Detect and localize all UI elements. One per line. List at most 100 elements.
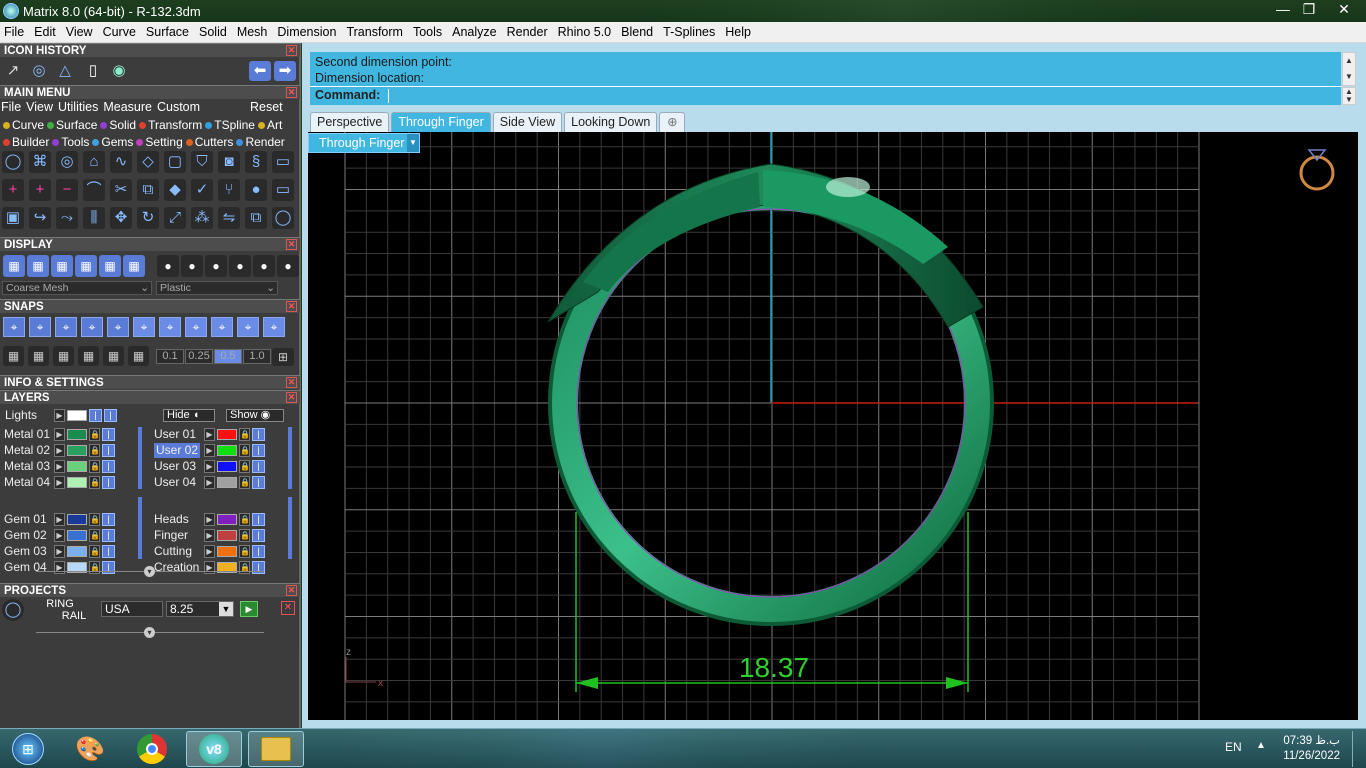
menu-analyze[interactable]: Analyze: [448, 25, 500, 39]
display-material-select[interactable]: Plastic ⌄: [156, 281, 278, 295]
expand-icon[interactable]: ▶: [204, 428, 215, 441]
layer-visible-toggle[interactable]: |: [252, 444, 265, 457]
taskbar-paint-app[interactable]: 🎨: [62, 731, 118, 767]
frame-tool-icon[interactable]: ▢: [164, 151, 186, 173]
menu-transform[interactable]: Transform: [342, 25, 407, 39]
layer-scrollbar[interactable]: [138, 497, 142, 559]
close-icon[interactable]: ✕: [286, 392, 297, 403]
snap-end-icon[interactable]: ⌖: [3, 317, 25, 337]
close-icon[interactable]: ✕: [286, 239, 297, 250]
menu-mesh[interactable]: Mesh: [233, 25, 272, 39]
snap-quad-icon[interactable]: ⌖: [211, 317, 233, 337]
layer-color-swatch[interactable]: [67, 445, 87, 456]
expand-icon[interactable]: ▶: [204, 444, 215, 457]
category-tspline[interactable]: TSpline: [202, 118, 255, 132]
shield-tool-icon[interactable]: ⛉: [191, 151, 213, 173]
layer-color-swatch[interactable]: [217, 546, 237, 557]
layer-name[interactable]: User 04: [154, 475, 196, 490]
menu-rhino-5-0[interactable]: Rhino 5.0: [554, 25, 616, 39]
sweep-tool-icon[interactable]: ⤳: [56, 207, 78, 229]
lock-icon[interactable]: 🔒: [239, 545, 250, 558]
category-solid[interactable]: Solid: [97, 118, 136, 132]
lock-icon[interactable]: 🔒: [239, 428, 250, 441]
tab-through-finger[interactable]: Through Finger: [391, 112, 491, 132]
box-snap-icon[interactable]: ▦: [28, 346, 49, 366]
layer-color-swatch[interactable]: [67, 514, 87, 525]
viewport-canvas[interactable]: 18.37 z x: [308, 132, 1358, 720]
snap-near-icon[interactable]: ⌖: [29, 317, 51, 337]
layer-visible-toggle[interactable]: |: [252, 460, 265, 473]
ring-standard-field[interactable]: USA: [101, 601, 163, 617]
category-surface[interactable]: Surface: [44, 118, 97, 132]
category-builder[interactable]: Builder: [0, 135, 49, 149]
layer-color-swatch[interactable]: [67, 530, 87, 541]
snap-cen-icon[interactable]: ⌖: [107, 317, 129, 337]
main-menu-custom[interactable]: Custom: [157, 100, 200, 116]
layer-name[interactable]: Gem 01: [4, 512, 47, 527]
sq2-tool-icon[interactable]: ▭: [272, 179, 294, 201]
taskbar-chrome-app[interactable]: [124, 731, 180, 767]
viewport[interactable]: 18.37 z x Through Finger ▼: [308, 132, 1358, 720]
wireframe-display-icon[interactable]: ▦: [3, 255, 25, 277]
tab-side-view[interactable]: Side View: [492, 112, 563, 132]
layer-name[interactable]: Gem 02: [4, 528, 47, 543]
taskbar-explorer-app[interactable]: [248, 731, 304, 767]
snap-value-button[interactable]: 0.1: [156, 349, 184, 364]
circle-tool-icon[interactable]: ◯: [2, 151, 24, 173]
lock-icon[interactable]: 🔒: [239, 460, 250, 473]
snap-value-button[interactable]: 0.25: [185, 349, 213, 364]
category-tools[interactable]: Tools: [49, 135, 89, 149]
layer-color-swatch[interactable]: [67, 546, 87, 557]
grid-snap-icon[interactable]: ▦: [3, 346, 24, 366]
command-input[interactable]: [388, 89, 1334, 103]
category-transform[interactable]: Transform: [136, 118, 202, 132]
helix-tool-icon[interactable]: ⌘: [29, 151, 51, 173]
pipe-tool-icon[interactable]: ⫼: [83, 207, 105, 229]
expand-icon[interactable]: ▶: [54, 444, 65, 457]
clock[interactable]: 07:39 ب.ظ 11/26/2022: [1278, 734, 1340, 764]
collapse-icon[interactable]: ▾: [144, 566, 155, 577]
command-line-scrollbar[interactable]: ▲ ▼: [1342, 87, 1356, 105]
layer-visible-toggle[interactable]: |: [102, 545, 115, 558]
expand-icon[interactable]: ▶: [54, 513, 65, 526]
metal-display-icon[interactable]: ●: [181, 255, 203, 277]
expand-icon[interactable]: ▶: [54, 561, 65, 574]
lock-icon[interactable]: 🔒: [239, 476, 250, 489]
expand-icon[interactable]: ▶: [54, 409, 65, 422]
layer-name[interactable]: Creation: [154, 560, 199, 575]
reset-button[interactable]: Reset: [250, 100, 283, 114]
lock-icon[interactable]: 🔒: [89, 561, 100, 574]
language-indicator[interactable]: EN: [1225, 740, 1242, 754]
menu-curve[interactable]: Curve: [99, 25, 140, 39]
menu-dimension[interactable]: Dimension: [273, 25, 340, 39]
history-forward-icon[interactable]: ➡: [274, 61, 296, 81]
layer-name[interactable]: Metal 04: [4, 475, 50, 490]
env-display-icon[interactable]: ▦: [99, 255, 121, 277]
expand-icon[interactable]: ▶: [54, 529, 65, 542]
shaded-display-icon[interactable]: ▦: [27, 255, 49, 277]
rendered-display-icon[interactable]: ▦: [51, 255, 73, 277]
layer-color-swatch[interactable]: [67, 477, 87, 488]
start-button[interactable]: ⊞: [0, 731, 56, 767]
layer-visible-toggle[interactable]: |: [102, 476, 115, 489]
expand-icon[interactable]: ▶: [204, 545, 215, 558]
snap-tan-icon[interactable]: ⌖: [185, 317, 207, 337]
sphere-display-icon[interactable]: ▦: [75, 255, 97, 277]
layer-name[interactable]: Metal 01: [4, 427, 50, 442]
plus-tool-icon[interactable]: +: [2, 179, 24, 201]
layer-visible-toggle[interactable]: |: [252, 561, 265, 574]
layer-visible-toggle[interactable]: |: [252, 513, 265, 526]
expand-icon[interactable]: ▶: [54, 460, 65, 473]
new-file-icon[interactable]: ▯: [82, 60, 104, 82]
rotate-snap-icon[interactable]: ▦: [128, 346, 149, 366]
close-icon[interactable]: ✕: [286, 87, 297, 98]
layer-color-swatch[interactable]: [217, 445, 237, 456]
menu-help[interactable]: Help: [721, 25, 755, 39]
category-gems[interactable]: Gems: [89, 135, 133, 149]
array-tool-icon[interactable]: ⁂: [191, 207, 213, 229]
display-mesh-select[interactable]: Coarse Mesh ⌄: [2, 281, 152, 295]
category-curve[interactable]: Curve: [0, 118, 44, 132]
category-render[interactable]: Render: [233, 135, 285, 149]
ring2-tool-icon[interactable]: ◙: [218, 151, 240, 173]
check-tool-icon[interactable]: ✓: [191, 179, 213, 201]
